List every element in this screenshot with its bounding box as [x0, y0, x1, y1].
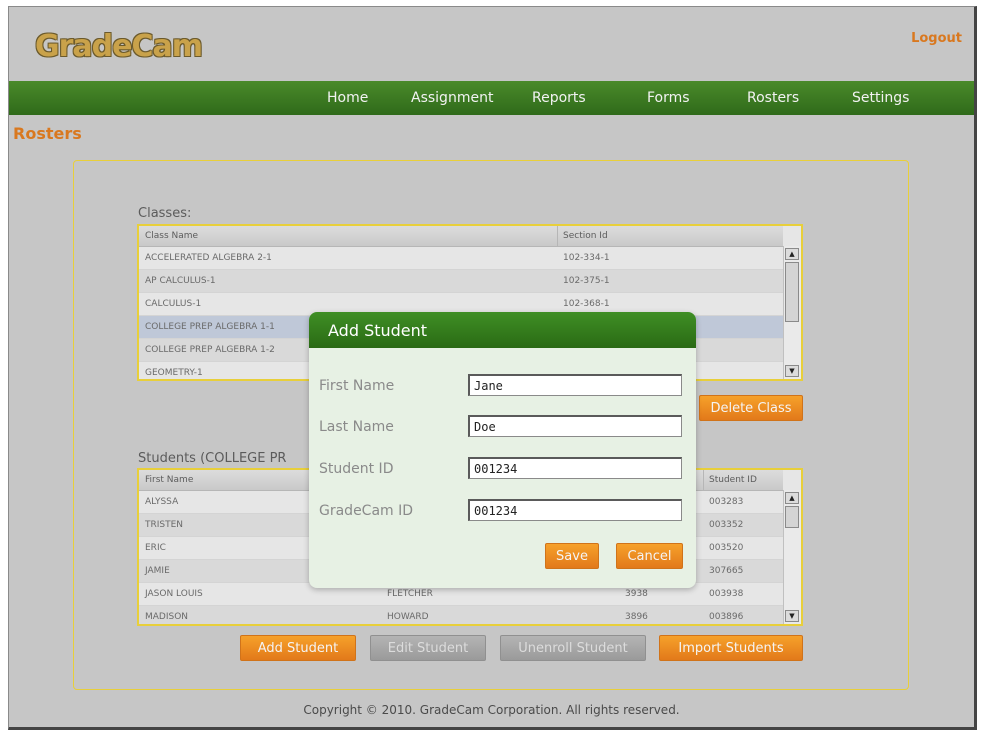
first-name-label: First Name: [319, 378, 395, 394]
gradecam-id-cell: 3896: [625, 612, 648, 622]
last-name-cell: HOWARD: [387, 612, 429, 622]
students-scrollbar[interactable]: ▲ ▼: [783, 490, 801, 624]
student-id-cell: 307665: [709, 566, 744, 576]
last-name-field[interactable]: Doe: [468, 415, 682, 437]
first-name-cell: MADISON: [145, 612, 189, 622]
import-students-button[interactable]: Import Students: [659, 635, 803, 661]
dialog-header: Add Student: [309, 312, 696, 348]
dialog-title: Add Student: [328, 321, 428, 340]
nav-rosters[interactable]: Rosters: [747, 90, 799, 106]
first-name-cell: TRISTEN: [145, 520, 184, 530]
section-id-cell: 102-334-1: [563, 253, 610, 263]
first-name-cell: ERIC: [145, 543, 166, 553]
student-id-cell: 003520: [709, 543, 744, 553]
gradecam-id-cell: 3938: [625, 589, 648, 599]
student-id-cell: 003896: [709, 612, 744, 622]
student-id-label: Student ID: [319, 461, 394, 477]
class-row[interactable]: ACCELERATED ALGEBRA 2-1 102-334-1: [139, 247, 783, 270]
col-section-id[interactable]: Section Id: [563, 231, 608, 241]
classes-grid-header: Class Name Section Id: [139, 226, 783, 247]
first-name-cell: JAMIE: [145, 566, 170, 576]
col-class-name[interactable]: Class Name: [145, 231, 198, 241]
gradecam-logo: GradeCam: [35, 29, 203, 64]
scroll-thumb[interactable]: [785, 506, 799, 528]
scroll-down-icon[interactable]: ▼: [785, 610, 799, 622]
first-name-cell: JASON LOUIS: [145, 589, 203, 599]
add-student-dialog: Add Student First Name Jane Last Name Do…: [309, 312, 696, 588]
class-name-cell: COLLEGE PREP ALGEBRA 1-2: [145, 345, 275, 355]
add-student-button[interactable]: Add Student: [240, 635, 356, 661]
scroll-down-icon[interactable]: ▼: [785, 365, 799, 377]
col-first-name[interactable]: First Name: [145, 475, 193, 485]
section-id-cell: 102-368-1: [563, 299, 610, 309]
delete-class-button[interactable]: Delete Class: [699, 395, 803, 421]
app-window: GradeCam Logout Home Assignment Reports …: [8, 6, 977, 730]
page-title: Rosters: [13, 124, 82, 143]
edit-student-button[interactable]: Edit Student: [370, 635, 486, 661]
unenroll-student-button[interactable]: Unenroll Student: [500, 635, 646, 661]
nav-home[interactable]: Home: [327, 90, 368, 106]
student-id-cell: 003352: [709, 520, 744, 530]
first-name-field[interactable]: Jane: [468, 374, 682, 396]
main-nav: Home Assignment Reports Forms Rosters Se…: [9, 81, 974, 115]
gradecam-id-label: GradeCam ID: [319, 503, 414, 519]
last-name-cell: FLETCHER: [387, 589, 433, 599]
last-name-label: Last Name: [319, 419, 394, 435]
class-name-cell: GEOMETRY-1: [145, 368, 203, 378]
nav-forms[interactable]: Forms: [647, 90, 690, 106]
scroll-up-icon[interactable]: ▲: [785, 492, 799, 504]
scroll-thumb[interactable]: [785, 262, 799, 322]
logout-link[interactable]: Logout: [911, 31, 962, 46]
student-id-cell: 003283: [709, 497, 744, 507]
cancel-button[interactable]: Cancel: [616, 543, 683, 569]
gradecam-id-field[interactable]: 001234: [468, 499, 682, 521]
section-id-cell: 102-375-1: [563, 276, 610, 286]
class-name-cell: CALCULUS-1: [145, 299, 202, 309]
students-label: Students (COLLEGE PR: [138, 451, 287, 466]
class-name-cell: ACCELERATED ALGEBRA 2-1: [145, 253, 272, 263]
nav-reports[interactable]: Reports: [532, 90, 586, 106]
class-name-cell: COLLEGE PREP ALGEBRA 1-1: [145, 322, 275, 332]
save-button[interactable]: Save: [545, 543, 599, 569]
nav-settings[interactable]: Settings: [852, 90, 909, 106]
first-name-cell: ALYSSA: [145, 497, 179, 507]
class-row[interactable]: AP CALCULUS-1 102-375-1: [139, 270, 783, 293]
classes-label: Classes:: [138, 206, 192, 221]
student-row[interactable]: MADISON HOWARD 3896 003896: [139, 606, 783, 624]
class-name-cell: AP CALCULUS-1: [145, 276, 216, 286]
col-student-id[interactable]: Student ID: [709, 475, 757, 485]
student-id-cell: 003938: [709, 589, 744, 599]
student-id-field[interactable]: 001234: [468, 457, 682, 479]
scroll-up-icon[interactable]: ▲: [785, 248, 799, 260]
nav-assignment[interactable]: Assignment: [411, 90, 493, 106]
copyright: Copyright © 2010. GradeCam Corporation. …: [303, 703, 680, 717]
classes-scrollbar[interactable]: ▲ ▼: [783, 246, 801, 379]
